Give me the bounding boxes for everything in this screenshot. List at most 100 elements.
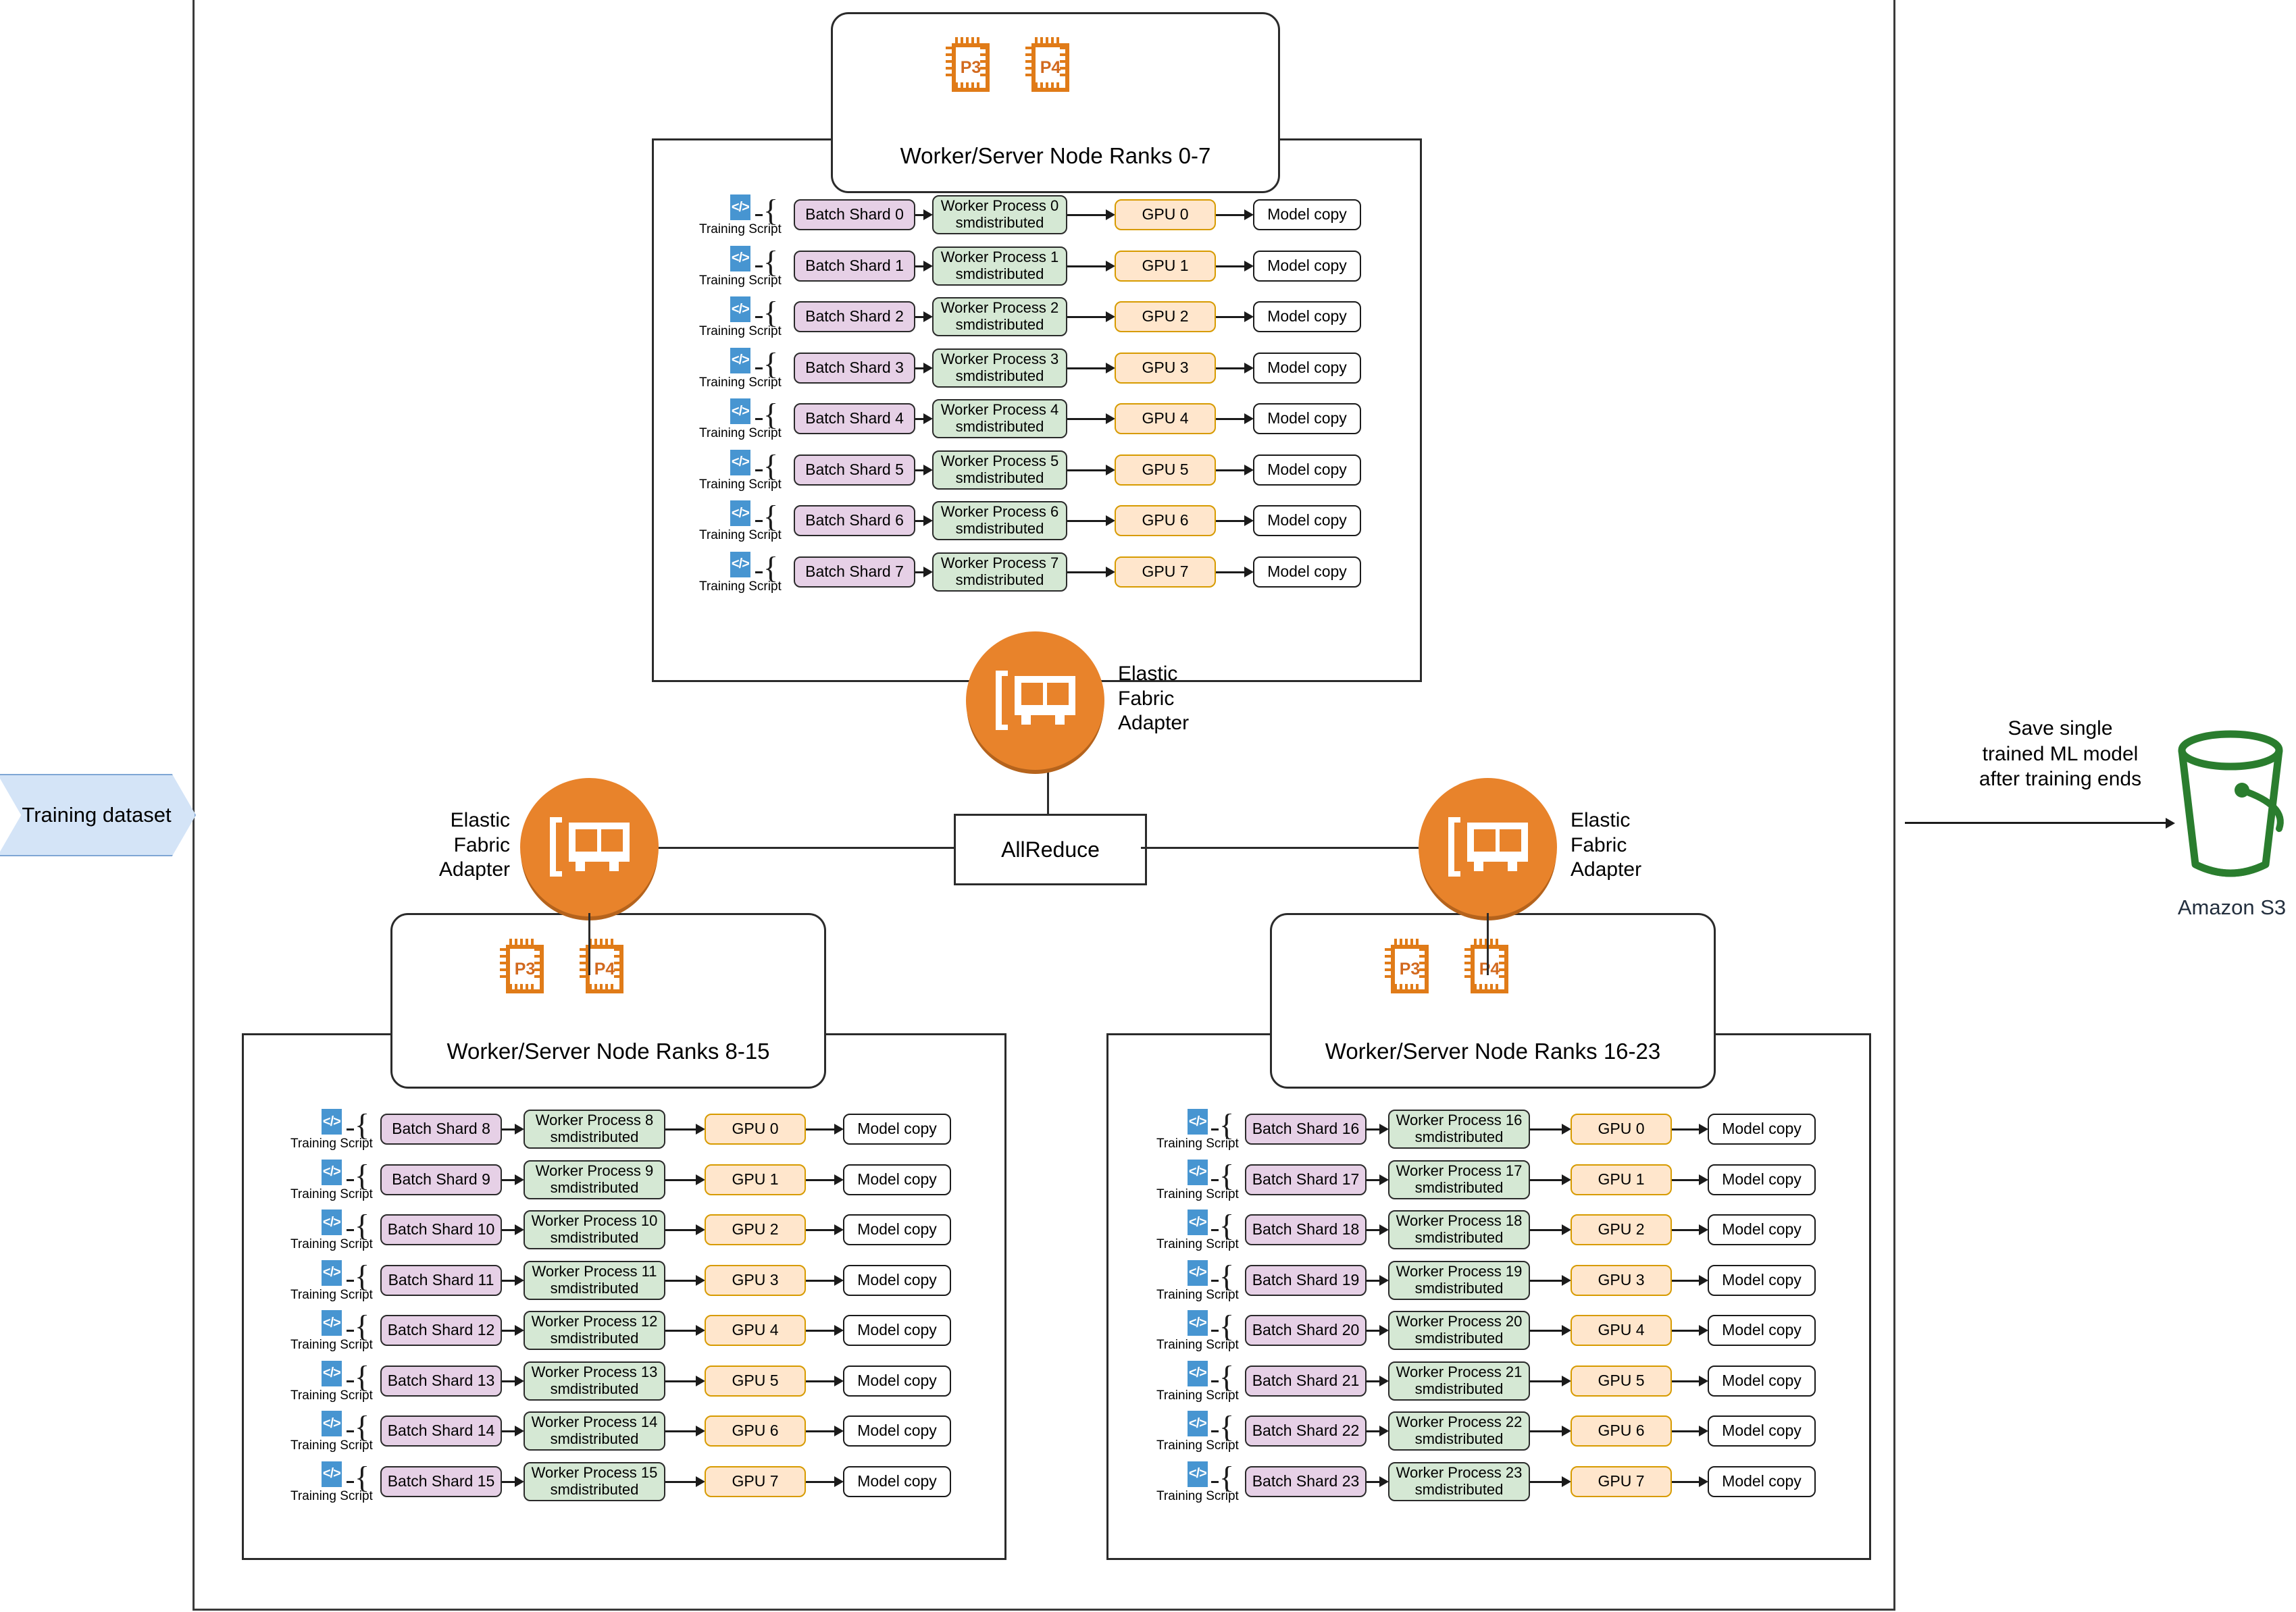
node-0-7-row-2-gpu: GPU 2 bbox=[1115, 301, 1216, 332]
node-16-23-p4-chip-icon-pin-top bbox=[1474, 939, 1477, 946]
node-16-23-p4-chip-icon-pin-bottom bbox=[1490, 984, 1493, 991]
node-16-23-p4-chip-icon-pin-right bbox=[1499, 948, 1506, 951]
node-8-15-row-2-brace-dash bbox=[347, 1229, 354, 1231]
node-8-15-row-5-worker-process: Worker Process 13 smdistributed bbox=[524, 1361, 665, 1401]
worker-process-framework: smdistributed bbox=[955, 418, 1044, 435]
training-dataset-label: Training dataset bbox=[22, 803, 172, 827]
worker-process-framework: smdistributed bbox=[550, 1430, 639, 1447]
node-0-7-row-3-batch-shard: Batch Shard 3 bbox=[794, 352, 915, 384]
node-8-15-p4-chip-icon-pin-left bbox=[580, 962, 587, 964]
node-0-7-p3-chip-icon-pin-left bbox=[946, 53, 953, 56]
node-0-7-p4-chip-icon-pin-top bbox=[1056, 37, 1059, 45]
node-0-7-row-1-arrow-worker-gpu-head bbox=[1106, 260, 1115, 271]
node-8-15-row-6-arrow-shard-worker-head bbox=[515, 1426, 524, 1436]
node-8-15-row-1-arrow-shard-worker-head bbox=[515, 1174, 524, 1185]
worker-process-framework: smdistributed bbox=[1414, 1480, 1504, 1498]
worker-process-framework: smdistributed bbox=[550, 1330, 639, 1347]
script-icon: </> bbox=[730, 194, 750, 220]
node-16-23-row-7-brace-dash bbox=[1211, 1480, 1219, 1483]
node-8-15-p4-chip-icon-pin-left bbox=[580, 975, 587, 978]
script-icon: </> bbox=[321, 1461, 342, 1487]
node-16-23-p4-chip-icon-pin-left bbox=[1464, 968, 1472, 971]
node-0-7-row-6-arrow-shard-worker-head bbox=[923, 515, 933, 526]
s3-save-note: Save single trained ML model after train… bbox=[1918, 716, 2202, 792]
node-16-23-row-5-arrow-worker-gpu-head bbox=[1562, 1375, 1571, 1386]
node-16-23-row-3-brace: { bbox=[1219, 1258, 1235, 1293]
node-0-7-title: Worker/Server Node Ranks 0-7 bbox=[900, 143, 1211, 168]
node-0-7-p3-chip-icon-pin-bottom bbox=[971, 82, 974, 90]
worker-process-name: Worker Process 10 bbox=[531, 1212, 658, 1230]
node-8-15-row-7-arrow-worker-gpu-head bbox=[696, 1476, 705, 1487]
worker-process-framework: smdistributed bbox=[1414, 1430, 1504, 1447]
node-0-7-row-4-model-copy: Model copy bbox=[1253, 403, 1361, 434]
node-16-23-row-0-gpu: GPU 0 bbox=[1571, 1114, 1672, 1145]
node-8-15-row-7-worker-process: Worker Process 15 smdistributed bbox=[524, 1461, 665, 1501]
node-8-15-row-2-batch-shard: Batch Shard 10 bbox=[380, 1214, 502, 1245]
efa-right-down-line bbox=[1487, 913, 1489, 975]
node-16-23-row-5-arrow-gpu-model-line bbox=[1672, 1380, 1700, 1382]
node-8-15-row-7-brace-dash bbox=[347, 1480, 354, 1483]
node-8-15-p4-chip-icon-pin-top bbox=[605, 939, 608, 946]
node-8-15-row-4-arrow-gpu-model-line bbox=[806, 1330, 835, 1332]
worker-process-name: Worker Process 15 bbox=[531, 1463, 658, 1481]
node-16-23-p4-chip-icon: P4 bbox=[1464, 939, 1508, 993]
node-0-7-p4-chip-icon-pin-bottom bbox=[1040, 82, 1043, 90]
node-8-15-p3-chip-icon-pin-left bbox=[500, 948, 507, 951]
node-8-15-row-3-model-copy: Model copy bbox=[843, 1264, 951, 1296]
node-16-23-row-7-arrow-gpu-model-line bbox=[1672, 1480, 1700, 1483]
node-16-23-p4-chip-icon-pin-top bbox=[1490, 939, 1493, 946]
node-16-23-row-2-arrow-gpu-model-line bbox=[1672, 1229, 1700, 1231]
node-8-15-row-1-worker-process: Worker Process 9 smdistributed bbox=[524, 1160, 665, 1199]
node-8-15-row-2-arrow-shard-worker-head bbox=[515, 1224, 524, 1235]
node-16-23-row-3-arrow-gpu-model-head bbox=[1699, 1274, 1708, 1286]
node-16-23-row-6-brace: { bbox=[1219, 1409, 1235, 1444]
node-0-7-row-4-arrow-worker-gpu-line bbox=[1067, 418, 1106, 420]
node-0-7-row-7-arrow-worker-gpu-head bbox=[1106, 566, 1115, 577]
node-8-15-row-0-arrow-gpu-model-line bbox=[806, 1128, 835, 1130]
worker-process-framework: smdistributed bbox=[1414, 1330, 1504, 1347]
node-16-23-row-6-brace-dash bbox=[1211, 1430, 1219, 1432]
node-16-23-row-0-arrow-gpu-model-head bbox=[1699, 1124, 1708, 1135]
node-0-7-row-2-arrow-shard-worker-head bbox=[923, 311, 933, 322]
node-0-7-row-3-worker-process: Worker Process 3 smdistributed bbox=[932, 348, 1067, 388]
node-8-15-p4-chip-icon-pin-top bbox=[594, 939, 597, 946]
node-0-7-p3-chip-icon-pin-left bbox=[946, 74, 953, 76]
worker-process-name: Worker Process 12 bbox=[531, 1313, 658, 1330]
node-16-23-row-5-arrow-shard-worker-head bbox=[1379, 1375, 1389, 1386]
node-8-15-row-6-arrow-worker-gpu-head bbox=[696, 1426, 705, 1436]
worker-process-name: Worker Process 20 bbox=[1396, 1313, 1523, 1330]
node-16-23-row-6-arrow-worker-gpu-head bbox=[1562, 1426, 1571, 1436]
node-16-23-row-3-arrow-shard-worker-line bbox=[1367, 1279, 1380, 1282]
worker-process-framework: smdistributed bbox=[550, 1480, 639, 1498]
node-8-15-row-0-arrow-worker-gpu-line bbox=[665, 1128, 696, 1130]
node-0-7-row-1-brace-dash bbox=[755, 265, 763, 267]
node-16-23-row-4-gpu: GPU 4 bbox=[1571, 1315, 1672, 1346]
node-0-7-p4-chip-icon-pin-left bbox=[1025, 53, 1033, 56]
node-0-7-row-2-batch-shard: Batch Shard 2 bbox=[794, 301, 915, 332]
node-16-23-row-2-brace-dash bbox=[1211, 1229, 1219, 1231]
worker-process-name: Worker Process 2 bbox=[940, 299, 1059, 317]
node-0-7-p4-chip-icon-pin-left bbox=[1025, 60, 1033, 63]
node-8-15-row-2-gpu: GPU 2 bbox=[705, 1214, 806, 1245]
node-0-7-row-3-arrow-gpu-model-line bbox=[1216, 367, 1245, 369]
node-16-23-p3-chip-icon-pin-left bbox=[1385, 975, 1392, 978]
node-16-23-p3-chip-icon-pin-top bbox=[1410, 939, 1413, 946]
node-16-23-p4-chip-icon-pin-bottom bbox=[1496, 984, 1498, 991]
node-16-23-row-6-worker-process: Worker Process 22 smdistributed bbox=[1388, 1411, 1530, 1451]
node-0-7-p4-chip-icon: P4 bbox=[1025, 37, 1069, 92]
node-8-15-row-2-arrow-gpu-model-line bbox=[806, 1229, 835, 1231]
node-8-15-p3-chip-icon-pin-left bbox=[500, 955, 507, 958]
s3-note-line-3: after training ends bbox=[1979, 768, 2142, 790]
node-0-7-p4-chip-icon-pin-bottom bbox=[1035, 82, 1038, 90]
worker-process-name: Worker Process 23 bbox=[1396, 1463, 1523, 1481]
node-0-7-row-2-arrow-worker-gpu-line bbox=[1067, 316, 1106, 318]
node-16-23-row-4-arrow-shard-worker-line bbox=[1367, 1330, 1380, 1332]
node-8-15-row-0-gpu: GPU 0 bbox=[705, 1114, 806, 1145]
node-8-15-row-4-brace: { bbox=[355, 1309, 370, 1343]
node-16-23-row-6-gpu: GPU 6 bbox=[1571, 1415, 1672, 1447]
node-16-23-row-1-model-copy: Model copy bbox=[1708, 1164, 1816, 1195]
node-16-23-p4-chip-icon-pin-bottom bbox=[1474, 984, 1477, 991]
node-0-7-row-4-arrow-gpu-model-head bbox=[1244, 413, 1254, 424]
script-icon: </> bbox=[321, 1109, 342, 1135]
node-8-15-row-5-arrow-worker-gpu-line bbox=[665, 1380, 696, 1382]
